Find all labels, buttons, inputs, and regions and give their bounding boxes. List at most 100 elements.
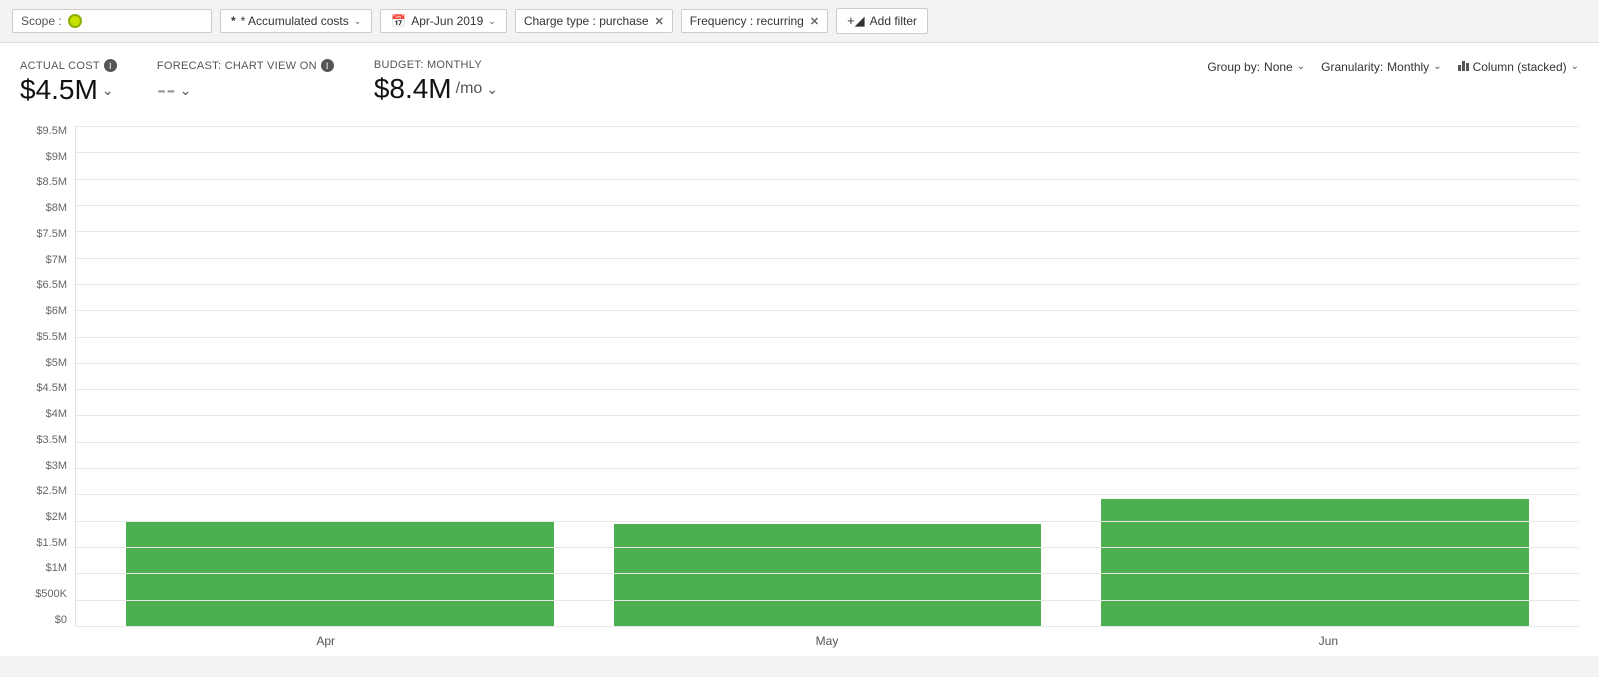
frequency-filter: Frequency : recurring ✕ [681, 9, 828, 33]
forecast-label: FORECAST: CHART VIEW ON i [157, 59, 334, 72]
calendar-icon: 📅 [391, 14, 406, 28]
x-axis-label: Apr [75, 626, 576, 656]
granularity-control[interactable]: Granularity: Monthly ⌄ [1321, 60, 1441, 74]
y-axis-label: $7.5M [36, 229, 67, 240]
y-axis-label: $8.5M [36, 177, 67, 188]
chart-controls: Group by: None ⌄ Granularity: Monthly ⌄ … [1207, 59, 1579, 74]
accumulated-costs-button[interactable]: * * Accumulated costs ⌄ [220, 9, 372, 33]
actual-cost-info-icon[interactable]: i [104, 59, 117, 72]
scope-label: Scope : [21, 14, 62, 28]
grid-line [76, 258, 1579, 259]
top-row: ACTUAL COST i $4.5M ⌄ FORECAST: CHART VI… [20, 59, 1579, 118]
grid-line [76, 310, 1579, 311]
grid-line [76, 389, 1579, 390]
toolbar: Scope : * * Accumulated costs ⌄ 📅 Apr-Ju… [0, 0, 1599, 43]
budget-block: BUDGET: MONTHLY $8.4M /mo ⌄ [374, 59, 498, 105]
actual-cost-value: $4.5M ⌄ [20, 74, 117, 106]
actual-cost-label: ACTUAL COST i [20, 59, 117, 72]
y-axis-label: $6.5M [36, 280, 67, 291]
x-axis-label: Jun [1078, 626, 1579, 656]
add-filter-label: Add filter [870, 14, 917, 28]
group-by-control[interactable]: Group by: None ⌄ [1207, 60, 1305, 74]
grid-line [76, 337, 1579, 338]
metrics-row: ACTUAL COST i $4.5M ⌄ FORECAST: CHART VI… [20, 59, 498, 106]
granularity-chevron-icon: ⌄ [1433, 61, 1441, 72]
y-axis-label: $5.5M [36, 332, 67, 343]
y-axis-label: $8M [46, 203, 67, 214]
forecast-block: FORECAST: CHART VIEW ON i -- ⌄ [157, 59, 334, 106]
actual-cost-block: ACTUAL COST i $4.5M ⌄ [20, 59, 117, 106]
group-by-chevron-icon: ⌄ [1297, 61, 1305, 72]
grid-line [76, 442, 1579, 443]
chart-type-label: Column (stacked) [1473, 60, 1567, 74]
grid-line [76, 415, 1579, 416]
scope-input[interactable]: Scope : [12, 9, 212, 33]
granularity-value: Monthly [1387, 60, 1429, 74]
grid-line [76, 573, 1579, 574]
y-axis-label: $4.5M [36, 383, 67, 394]
budget-value: $8.4M /mo ⌄ [374, 73, 498, 105]
chart-type-control[interactable]: Column (stacked) ⌄ [1458, 59, 1579, 74]
y-axis-label: $3.5M [36, 435, 67, 446]
y-axis-label: $5M [46, 358, 67, 369]
chevron-down-icon: ⌄ [354, 16, 362, 27]
grid-line [76, 205, 1579, 206]
bar-group [96, 126, 584, 626]
forecast-value: -- ⌄ [157, 74, 334, 106]
y-axis-label: $500K [35, 589, 67, 600]
y-axis-label: $7M [46, 255, 67, 266]
budget-chevron-icon[interactable]: ⌄ [486, 81, 498, 98]
bar-chart-icon [1458, 59, 1469, 74]
chart-bar[interactable] [614, 524, 1042, 627]
y-axis-label: $2.5M [36, 486, 67, 497]
charge-type-filter: Charge type : purchase ✕ [515, 9, 673, 33]
x-axis: AprMayJun [75, 626, 1579, 656]
y-axis-label: $3M [46, 461, 67, 472]
actual-cost-chevron-icon[interactable]: ⌄ [102, 82, 114, 99]
chart-area: $9.5M$9M$8.5M$8M$7.5M$7M$6.5M$6M$5.5M$5M… [20, 126, 1579, 656]
bars-container [76, 126, 1579, 626]
grid-line [76, 494, 1579, 495]
chart-inner [75, 126, 1579, 626]
group-by-value: None [1264, 60, 1293, 74]
forecast-info-icon[interactable]: i [321, 59, 334, 72]
accumulated-costs-label: * Accumulated costs [241, 14, 349, 28]
bar-group [1071, 126, 1559, 626]
charge-type-label: Charge type : purchase [524, 14, 649, 28]
chart-bar[interactable] [1101, 499, 1529, 627]
grid-line [76, 152, 1579, 153]
add-filter-icon: +◢ [847, 13, 865, 29]
grid-line [76, 284, 1579, 285]
star-icon: * [231, 14, 236, 28]
add-filter-button[interactable]: +◢ Add filter [836, 8, 928, 34]
grid-line [76, 179, 1579, 180]
y-axis-label: $0 [55, 615, 67, 626]
date-range-button[interactable]: 📅 Apr-Jun 2019 ⌄ [380, 9, 507, 33]
grid-line [76, 231, 1579, 232]
budget-label: BUDGET: MONTHLY [374, 59, 498, 71]
date-range-label: Apr-Jun 2019 [411, 14, 483, 28]
grid-line [76, 363, 1579, 364]
y-axis-label: $9M [46, 152, 67, 163]
forecast-chevron-icon[interactable]: ⌄ [180, 82, 192, 99]
y-axis-label: $9.5M [36, 126, 67, 137]
grid-line [76, 547, 1579, 548]
group-by-label: Group by: [1207, 60, 1260, 74]
granularity-label: Granularity: [1321, 60, 1383, 74]
grid-line [76, 521, 1579, 522]
frequency-label: Frequency : recurring [690, 14, 804, 28]
main-content: ACTUAL COST i $4.5M ⌄ FORECAST: CHART VI… [0, 43, 1599, 656]
y-axis: $9.5M$9M$8.5M$8M$7.5M$7M$6.5M$6M$5.5M$5M… [20, 126, 75, 626]
grid-line [76, 600, 1579, 601]
y-axis-label: $2M [46, 512, 67, 523]
grid-line [76, 468, 1579, 469]
y-axis-label: $1M [46, 563, 67, 574]
bar-group [584, 126, 1072, 626]
grid-line [76, 126, 1579, 127]
y-axis-label: $4M [46, 409, 67, 420]
x-axis-label: May [576, 626, 1077, 656]
charge-type-close-icon[interactable]: ✕ [655, 15, 664, 28]
frequency-close-icon[interactable]: ✕ [810, 15, 819, 28]
scope-circle-icon [68, 14, 82, 28]
chart-type-chevron-icon: ⌄ [1571, 61, 1579, 72]
